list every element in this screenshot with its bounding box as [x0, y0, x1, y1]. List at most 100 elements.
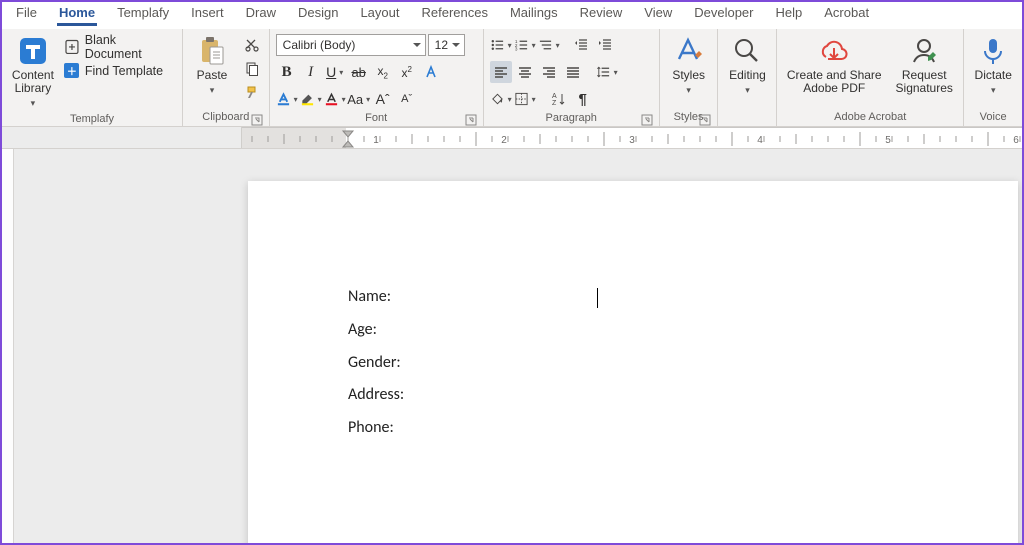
dialog-launcher-icon[interactable] [251, 114, 263, 126]
grow-font-button[interactable]: Aˆ [372, 88, 394, 110]
content-library-button[interactable]: Content Library ▾ [8, 33, 58, 112]
font-size-select[interactable]: 12 [428, 34, 465, 56]
tab-templafy[interactable]: Templafy [107, 1, 179, 28]
copy-button[interactable] [241, 58, 263, 80]
increase-indent-button[interactable] [594, 34, 616, 56]
doc-line[interactable]: Age: [348, 314, 404, 347]
tab-help[interactable]: Help [766, 1, 813, 28]
font-name-select[interactable]: Calibri (Body) [276, 34, 426, 56]
paste-button[interactable]: Paste ▾ [189, 33, 235, 99]
document-page[interactable]: Name:Age:Gender:Address:Phone: [248, 181, 1018, 543]
doc-line[interactable]: Phone: [348, 412, 404, 445]
bullets-button[interactable]: ▾ [490, 34, 512, 56]
document-body[interactable]: Name:Age:Gender:Address:Phone: [348, 281, 404, 445]
chevron-down-icon: ▾ [686, 84, 691, 97]
subscript-button[interactable]: x2 [372, 61, 394, 83]
create-share-pdf-button[interactable]: Create and Share Adobe PDF [783, 33, 885, 97]
dialog-launcher-icon[interactable] [465, 114, 477, 126]
templafy-logo-icon [17, 35, 49, 67]
group-templafy: Content Library ▾ Blank Document ＋ Find … [2, 29, 183, 126]
chevron-down-icon: ▾ [556, 41, 560, 50]
align-left-button[interactable] [490, 61, 512, 83]
pdf-cloud-icon [818, 35, 850, 67]
request-signatures-button[interactable]: Request Signatures [891, 33, 957, 97]
tab-review[interactable]: Review [570, 1, 633, 28]
change-case-button[interactable]: Aa▾ [348, 88, 370, 110]
align-right-icon [541, 64, 557, 80]
content-library-label: Content Library [12, 69, 54, 95]
svg-text:1: 1 [373, 135, 379, 146]
ruler-left-gutter [2, 127, 242, 148]
tab-design[interactable]: Design [288, 1, 348, 28]
tab-file[interactable]: File [6, 1, 47, 28]
tab-developer[interactable]: Developer [684, 1, 763, 28]
text-effects-button[interactable] [420, 61, 442, 83]
decrease-indent-button[interactable] [570, 34, 592, 56]
superscript-button[interactable]: x2 [396, 61, 418, 83]
group-voice: Dictate ▾ Voice [964, 29, 1022, 126]
font-color-glyph-button[interactable]: ▾ [276, 88, 298, 110]
highlighter-icon [300, 91, 315, 107]
styles-button[interactable]: Styles ▾ [666, 33, 712, 99]
font-color-button[interactable]: ▾ [324, 88, 346, 110]
sort-button[interactable]: AZ [548, 88, 570, 110]
italic-button[interactable]: I [300, 61, 322, 83]
group-label-clipboard-text: Clipboard [202, 111, 249, 123]
microphone-icon [977, 35, 1009, 67]
font-glyph-a-icon [276, 91, 291, 107]
group-clipboard: Paste ▾ Clipboard [183, 29, 270, 126]
svg-text:2: 2 [501, 135, 507, 146]
tab-home[interactable]: Home [49, 1, 105, 28]
shading-button[interactable]: ▾ [490, 88, 512, 110]
strikethrough-button[interactable]: ab [348, 61, 370, 83]
highlight-button[interactable]: ▾ [300, 88, 322, 110]
shrink-font-button[interactable]: Aˇ [396, 88, 418, 110]
svg-text:3: 3 [515, 47, 518, 52]
align-left-icon [493, 64, 509, 80]
doc-line[interactable]: Address: [348, 379, 404, 412]
dictate-button[interactable]: Dictate ▾ [970, 33, 1016, 99]
underline-icon: U [326, 64, 336, 80]
borders-button[interactable]: ▾ [514, 88, 536, 110]
tab-acrobat[interactable]: Acrobat [814, 1, 879, 28]
chevron-down-icon: ▾ [532, 95, 536, 104]
svg-text:A: A [552, 93, 557, 100]
line-spacing-button[interactable]: ▾ [596, 61, 618, 83]
group-label-editing [724, 110, 770, 126]
tab-insert[interactable]: Insert [181, 1, 234, 28]
editing-button[interactable]: Editing ▾ [724, 33, 770, 99]
underline-button[interactable]: U▾ [324, 61, 346, 83]
format-painter-button[interactable] [241, 82, 263, 104]
tab-layout[interactable]: Layout [350, 1, 409, 28]
tab-mailings[interactable]: Mailings [500, 1, 568, 28]
workspace: Name:Age:Gender:Address:Phone: [2, 149, 1022, 543]
cut-button[interactable] [241, 34, 263, 56]
horizontal-ruler[interactable]: 123456 [242, 127, 1022, 149]
find-template-button[interactable]: ＋ Find Template [64, 60, 176, 81]
ruler-area: 123456 [2, 127, 1022, 149]
tab-view[interactable]: View [634, 1, 682, 28]
chevron-down-icon: ▾ [532, 41, 536, 50]
font-size-value: 12 [435, 38, 448, 52]
tab-references[interactable]: References [411, 1, 497, 28]
svg-text:5: 5 [885, 135, 891, 146]
group-label-clipboard: Clipboard [189, 110, 263, 126]
justify-button[interactable] [562, 61, 584, 83]
font-color-icon [324, 91, 339, 107]
bold-button[interactable]: B [276, 61, 298, 83]
tab-draw[interactable]: Draw [236, 1, 286, 28]
vertical-ruler-gutter [2, 149, 14, 543]
chevron-down-icon: ▾ [508, 95, 512, 104]
doc-line[interactable]: Name: [348, 281, 404, 314]
numbering-button[interactable]: 123▾ [514, 34, 536, 56]
dialog-launcher-icon[interactable] [641, 114, 653, 126]
multilevel-list-button[interactable]: ▾ [538, 34, 560, 56]
doc-line[interactable]: Gender: [348, 347, 404, 380]
dialog-launcher-icon[interactable] [699, 114, 711, 126]
align-right-button[interactable] [538, 61, 560, 83]
outdent-icon [573, 37, 589, 53]
align-center-button[interactable] [514, 61, 536, 83]
blank-document-button[interactable]: Blank Document [64, 36, 176, 57]
show-marks-button[interactable]: ¶ [572, 88, 594, 110]
svg-text:3: 3 [629, 135, 635, 146]
